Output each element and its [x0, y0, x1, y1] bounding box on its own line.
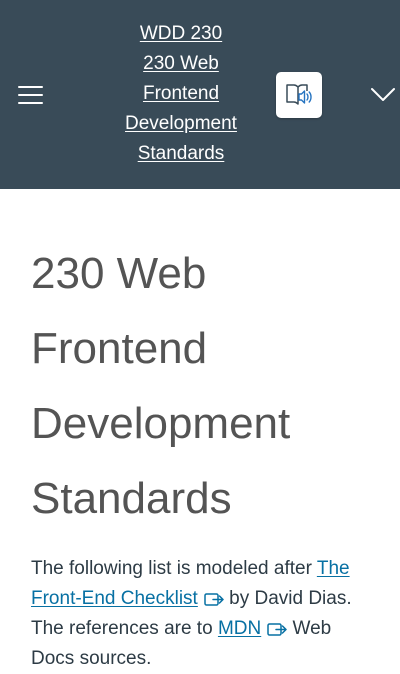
page-title: 230 Web Frontend Development Standards — [31, 236, 376, 536]
immersive-reader-button[interactable] — [276, 72, 322, 118]
course-breadcrumb[interactable]: WDD 230 230 Web Frontend Development Sta… — [100, 19, 262, 169]
external-link-icon — [204, 593, 224, 606]
hamburger-menu-icon-bar — [18, 94, 43, 96]
external-link-icon — [267, 623, 287, 636]
page-title-line: 230 Web — [31, 249, 207, 298]
page-title-line: Development — [31, 399, 291, 448]
course-link[interactable]: WDD 230 — [100, 19, 262, 49]
page-link-line[interactable]: Frontend — [100, 79, 262, 109]
page-title-line: Standards — [31, 474, 232, 523]
intro-paragraph: The following list is modeled after The … — [31, 554, 376, 674]
page-link-line[interactable]: Development — [100, 109, 262, 139]
course-header: WDD 230 230 Web Frontend Development Sta… — [0, 0, 400, 189]
page-link-line[interactable]: 230 Web — [100, 49, 262, 79]
immersive-reader-icon — [286, 84, 312, 105]
hamburger-menu-icon — [18, 86, 43, 88]
page-link-line[interactable]: Standards — [100, 139, 262, 169]
intro-text: The following list is modeled after — [31, 558, 317, 579]
mdn-link[interactable]: MDN — [218, 618, 261, 639]
hamburger-menu-button[interactable] — [18, 86, 43, 104]
page-content: 230 Web Frontend Development Standards T… — [31, 236, 376, 674]
chevron-down-icon — [371, 88, 395, 101]
hamburger-menu-icon-bar — [18, 102, 43, 104]
page-title-line: Frontend — [31, 324, 208, 373]
expand-button[interactable] — [370, 84, 396, 106]
